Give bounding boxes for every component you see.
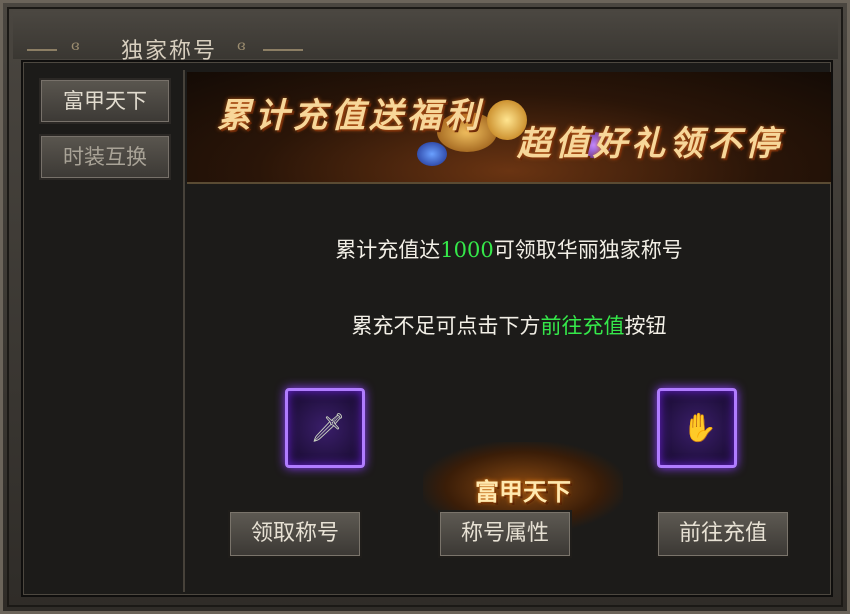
requirement-suffix: 可领取华丽独家称号	[493, 238, 683, 262]
sword-icon: 🗡	[310, 411, 346, 444]
go-recharge-button[interactable]: 前往充值	[656, 510, 790, 558]
claim-title-button[interactable]: 领取称号	[228, 510, 362, 558]
requirement-amount: 1000	[440, 238, 494, 262]
reward-slot-gauntlet[interactable]: ✋	[657, 388, 737, 468]
content-panel: 富甲天下 时装互换 累计充值送福利 超值好礼领不停 累计充值达1000可领取华丽…	[21, 60, 833, 597]
reward-slot-sword[interactable]: 🗡	[285, 388, 365, 468]
hint-suffix: 按钮	[624, 314, 667, 338]
recharge-hint-text: 累充不足可点击下方前往充值按钮	[187, 310, 831, 340]
title-bar: ɞ 独家称号 ɞ	[13, 11, 838, 64]
title-badge-text: 富甲天下	[475, 477, 571, 506]
sidebar: 富甲天下 时装互换	[31, 70, 185, 592]
ornament-right-icon: ɞ	[237, 38, 246, 54]
sidebar-item-fashion-exchange[interactable]: 时装互换	[39, 134, 171, 180]
hint-highlight: 前往充值	[540, 314, 625, 338]
recharge-requirement-text: 累计充值达1000可领取华丽独家称号	[187, 234, 831, 264]
title-attributes-button[interactable]: 称号属性	[438, 510, 572, 558]
blue-gem-icon	[417, 142, 447, 166]
title-divider-right	[263, 49, 303, 51]
ornament-left-icon: ɞ	[71, 38, 80, 54]
hint-prefix: 累充不足可点击下方	[351, 314, 541, 338]
banner-headline: 累计充值送福利	[217, 96, 483, 136]
promo-banner: 累计充值送福利 超值好礼领不停	[187, 72, 831, 184]
requirement-prefix: 累计充值达	[335, 238, 441, 262]
gauntlet-icon: ✋	[682, 411, 717, 444]
dialog-window: ɞ 独家称号 ɞ 富甲天下 时装互换 累计充值送福利 超值好礼领不停 累计充值达…	[0, 0, 850, 614]
banner-subheadline: 超值好礼领不停	[517, 124, 783, 164]
title-divider-left	[27, 49, 57, 51]
sidebar-item-fujia-tianxia[interactable]: 富甲天下	[39, 78, 171, 124]
